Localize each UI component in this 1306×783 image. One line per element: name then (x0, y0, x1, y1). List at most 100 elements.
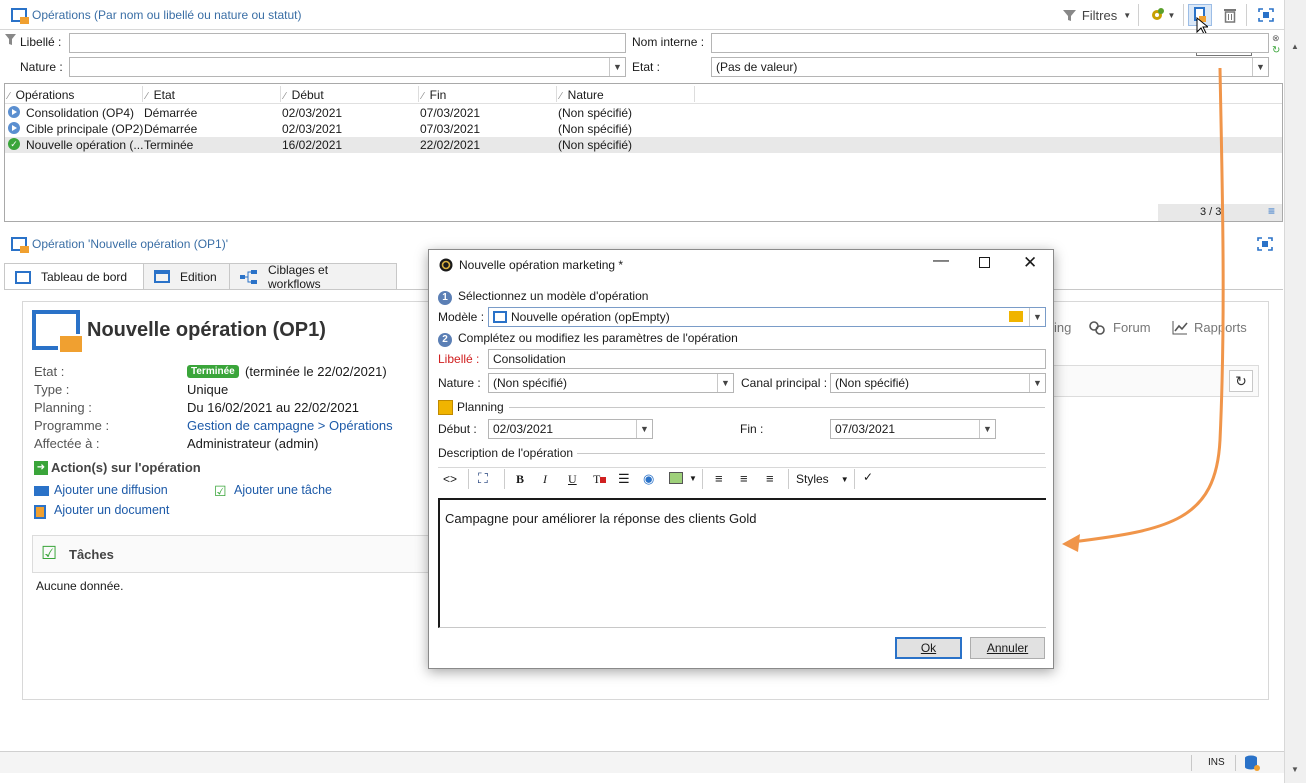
calendar-dropdown-icon[interactable]: ▼ (979, 420, 995, 438)
column-header-fin[interactable]: Fin (422, 88, 447, 102)
type-value: Unique (187, 382, 229, 397)
nom-interne-label: Nom interne : (632, 35, 705, 49)
cell-fin: 07/03/2021 (420, 122, 481, 136)
programme-link[interactable]: Gestion de campagne > Opérations (187, 418, 393, 433)
column-header-nature[interactable]: Nature (560, 88, 604, 102)
delete-button[interactable] (1218, 4, 1242, 26)
scroll-down-icon[interactable]: ▼ (1291, 765, 1299, 774)
align-left-icon[interactable]: ≡ (715, 471, 723, 486)
workflow-icon (240, 269, 257, 284)
ok-button[interactable]: Ok (895, 637, 962, 659)
column-divider (556, 86, 557, 102)
column-header-operations[interactable]: Opérations (8, 88, 75, 102)
step2-heading: 2 Complétez ou modifiez les paramètres de… (438, 331, 738, 347)
nature-filter-select[interactable]: ▼ (69, 57, 626, 77)
fin-date-input[interactable]: 07/03/2021 ▼ (830, 419, 996, 439)
tab-ciblages-workflows[interactable]: Ciblages et workflows (229, 262, 397, 291)
cancel-button[interactable]: Annuler (970, 637, 1045, 659)
debut-date-input[interactable]: 02/03/2021 ▼ (488, 419, 653, 439)
description-divider (577, 453, 1045, 454)
actions-button[interactable]: ▼ (1145, 4, 1179, 26)
modele-label: Modèle : (438, 310, 485, 324)
checkbox-check-icon: ☑ (214, 483, 227, 499)
styles-label: Styles (796, 472, 829, 486)
dialog-title: Nouvelle opération marketing * (459, 258, 624, 272)
add-document-link[interactable]: Ajouter un document (54, 503, 169, 517)
status-badge: Terminée (187, 365, 239, 378)
maximize-window-button[interactable] (979, 257, 990, 268)
toolbar-separator (468, 469, 469, 489)
nature-select[interactable]: (Non spécifié) ▼ (488, 373, 734, 393)
libelle-filter-input[interactable] (69, 33, 626, 53)
column-divider (418, 86, 419, 102)
tab-edition[interactable]: Edition (143, 263, 230, 289)
edit-window-icon (154, 270, 170, 283)
modele-select[interactable]: Nouvelle opération (opEmpty) ▼ (488, 307, 1046, 327)
vertical-scrollbar[interactable]: ▲ ▼ (1284, 0, 1306, 783)
calendar-dropdown-icon[interactable]: ▼ (636, 420, 652, 438)
folder-icon[interactable] (1009, 311, 1023, 322)
affectee-label: Affectée à : (34, 436, 100, 451)
affectee-value: Administrateur (admin) (187, 436, 319, 451)
bullet-list-icon[interactable]: ☰ (618, 471, 630, 487)
toolbar-separator (1246, 4, 1247, 26)
spellcheck-icon[interactable]: ✓ (863, 470, 873, 484)
underline-icon[interactable]: U (568, 472, 577, 487)
chevron-down-icon[interactable]: ▼ (1029, 308, 1045, 326)
step1-text: Sélectionnez un modèle d'opération (458, 289, 649, 303)
link-globe-icon[interactable]: ◉ (643, 471, 654, 487)
toolbar-separator (1183, 4, 1184, 26)
planning-heading: Planning (457, 400, 504, 414)
database-icon (1245, 755, 1260, 771)
find-binoculars-icon[interactable]: ⛶ (478, 470, 488, 487)
filters-button[interactable]: Filtres ▼ (1058, 4, 1136, 26)
description-editor[interactable]: Campagne pour améliorer la réponse des c… (438, 498, 1046, 628)
cell-nature: (Non spécifié) (558, 122, 633, 136)
canal-select[interactable]: (Non spécifié) ▼ (830, 373, 1046, 393)
italic-icon[interactable]: I (543, 472, 547, 487)
chevron-down-icon: ▼ (1252, 58, 1268, 76)
bold-icon[interactable]: B (516, 472, 524, 487)
planning-label: Planning : (34, 400, 92, 415)
add-task-link[interactable]: Ajouter une tâche (234, 483, 332, 497)
clear-filter-icon[interactable]: ⊗ (1272, 33, 1280, 44)
add-delivery-link[interactable]: Ajouter une diffusion (54, 483, 168, 497)
nom-interne-filter-input[interactable] (711, 33, 1269, 53)
source-code-icon[interactable]: <> (443, 472, 457, 486)
column-divider (280, 86, 281, 102)
description-heading: Description de l'opération (438, 446, 574, 460)
align-right-icon[interactable]: ≡ (766, 471, 774, 486)
column-header-etat[interactable]: Etat (146, 88, 175, 102)
expand-icon[interactable] (1257, 237, 1273, 251)
canal-label: Canal principal : (741, 376, 828, 390)
column-header-debut[interactable]: Début (284, 88, 324, 102)
list-menu-icon[interactable]: ≡ (1268, 204, 1275, 218)
maximize-button[interactable] (1254, 4, 1278, 26)
libelle-input[interactable]: Consolidation (488, 349, 1046, 369)
tab-tableau-de-bord[interactable]: Tableau de bord (4, 263, 144, 290)
styles-dropdown[interactable]: Styles ▼ (792, 469, 852, 489)
cell-fin: 22/02/2021 (420, 138, 481, 152)
running-status-icon (8, 106, 20, 118)
actions-title: Action(s) sur l'opération (51, 460, 201, 475)
text-color-icon[interactable]: T (593, 472, 607, 487)
refresh-filter-icon[interactable]: ↻ (1272, 45, 1280, 56)
mail-icon (34, 486, 49, 496)
status-bar: INS (0, 751, 1284, 773)
tab-label: Ciblages et workflows (268, 262, 329, 291)
align-center-icon[interactable]: ≡ (740, 471, 748, 486)
cell-etat: Démarrée (144, 106, 198, 120)
chevron-down-icon: ▼ (609, 58, 625, 76)
app-logo-icon (439, 258, 453, 272)
chevron-down-icon[interactable]: ▼ (689, 474, 697, 483)
funnel-icon (1062, 9, 1076, 21)
cancel-label: Annuler (986, 641, 1029, 655)
insert-mode-indicator: INS (1208, 757, 1225, 768)
scroll-up-icon[interactable]: ▲ (1291, 42, 1299, 51)
image-icon[interactable] (669, 472, 683, 484)
operation-template-icon (493, 311, 507, 323)
close-button[interactable]: ✕ (1023, 253, 1037, 273)
operation-icon (11, 237, 29, 253)
minimize-button[interactable]: — (933, 252, 949, 270)
cell-fin: 07/03/2021 (420, 106, 481, 120)
